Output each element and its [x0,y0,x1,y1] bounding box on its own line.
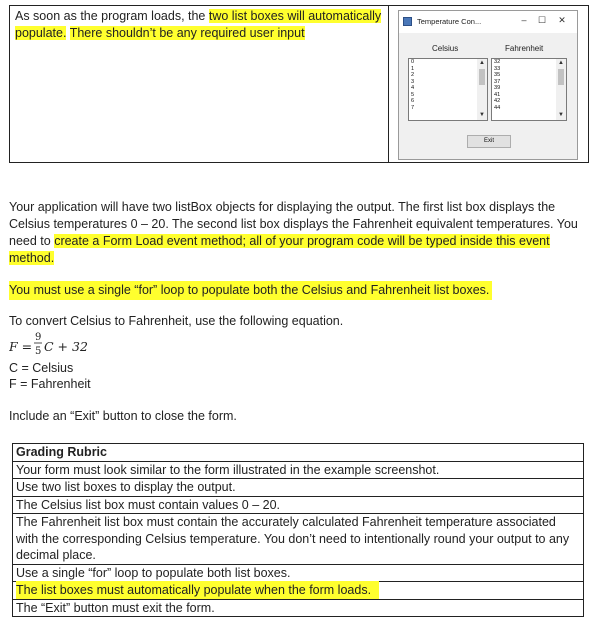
example-form-window: Temperature Con... – ☐ ✕ Celsius Fahrenh… [398,10,578,160]
top-text-highlight-1: two list boxes will automatically [208,9,382,23]
scroll-down-icon[interactable]: ▼ [556,111,566,120]
list-item[interactable]: 44 [492,105,566,112]
exit-button[interactable]: Exit [467,135,511,148]
rubric-row: The Celsius list box must contain values… [13,495,583,514]
rubric-row: The “Exit” button must exit the form. [13,598,583,617]
for-loop-requirement: You must use a single “for” loop to popu… [9,281,493,300]
fahrenheit-label: Fahrenheit [505,44,544,53]
fahrenheit-listbox[interactable]: 32 33 35 37 39 41 42 44 ▲ ▼ [491,58,567,121]
top-text-highlight-3: There shouldn’t be any required user inp… [69,26,305,40]
fahrenheit-definition: F = Fahrenheit [9,377,91,391]
scroll-up-icon[interactable]: ▲ [477,59,487,68]
equation-lhs: F = [9,339,32,354]
minimize-icon[interactable]: – [517,15,531,25]
form-icon [403,17,412,26]
top-instruction-text: As soon as the program loads, the two li… [15,8,385,42]
top-text-part1: As soon as the program loads, the [15,9,209,23]
rubric-row: Your form must look similar to the form … [13,460,583,479]
top-text-highlight-2: populate. [15,26,67,40]
scrollbar-thumb[interactable] [479,69,485,85]
rubric-row: The list boxes must automatically popula… [13,581,583,599]
rubric-row: The Fahrenheit list box must contain the… [13,513,583,564]
window-titlebar: Temperature Con... – ☐ ✕ [399,11,577,33]
description-paragraph: Your application will have two listBox o… [9,199,584,267]
grading-rubric-table: Grading Rubric Your form must look simil… [12,443,584,617]
scrollbar-thumb[interactable] [558,69,564,85]
conversion-intro: To convert Celsius to Fahrenheit, use th… [9,314,344,328]
close-icon[interactable]: ✕ [555,15,569,26]
celsius-definition: C = Celsius [9,361,74,375]
equation-numerator: 9 [35,332,41,343]
celsius-scrollbar[interactable]: ▲ ▼ [477,59,487,120]
rubric-row: Use a single “for” loop to populate both… [13,563,583,582]
list-item[interactable]: 7 [409,105,487,112]
for-loop-highlight: You must use a single “for” loop to popu… [9,281,493,300]
top-table-divider [388,5,389,163]
conversion-equation: F = 9 5 C + 32 [9,332,88,357]
scroll-down-icon[interactable]: ▼ [477,111,487,120]
celsius-label: Celsius [432,44,459,53]
description-highlight: create a Form Load event method; all of … [9,234,550,265]
exit-instruction: Include an “Exit” button to close the fo… [9,409,237,423]
scroll-up-icon[interactable]: ▲ [556,59,566,68]
rubric-row-highlight: The list boxes must automatically popula… [16,581,380,599]
celsius-listbox[interactable]: 0 1 2 3 4 5 6 7 ▲ ▼ [408,58,488,121]
maximize-icon[interactable]: ☐ [535,15,549,26]
equation-rhs: C + 32 [44,339,88,354]
window-title: Temperature Con... [417,17,482,26]
equation-denominator: 5 [35,346,41,357]
fahrenheit-scrollbar[interactable]: ▲ ▼ [556,59,566,120]
rubric-heading: Grading Rubric [16,445,107,459]
rubric-row: Use two list boxes to display the output… [13,478,583,496]
